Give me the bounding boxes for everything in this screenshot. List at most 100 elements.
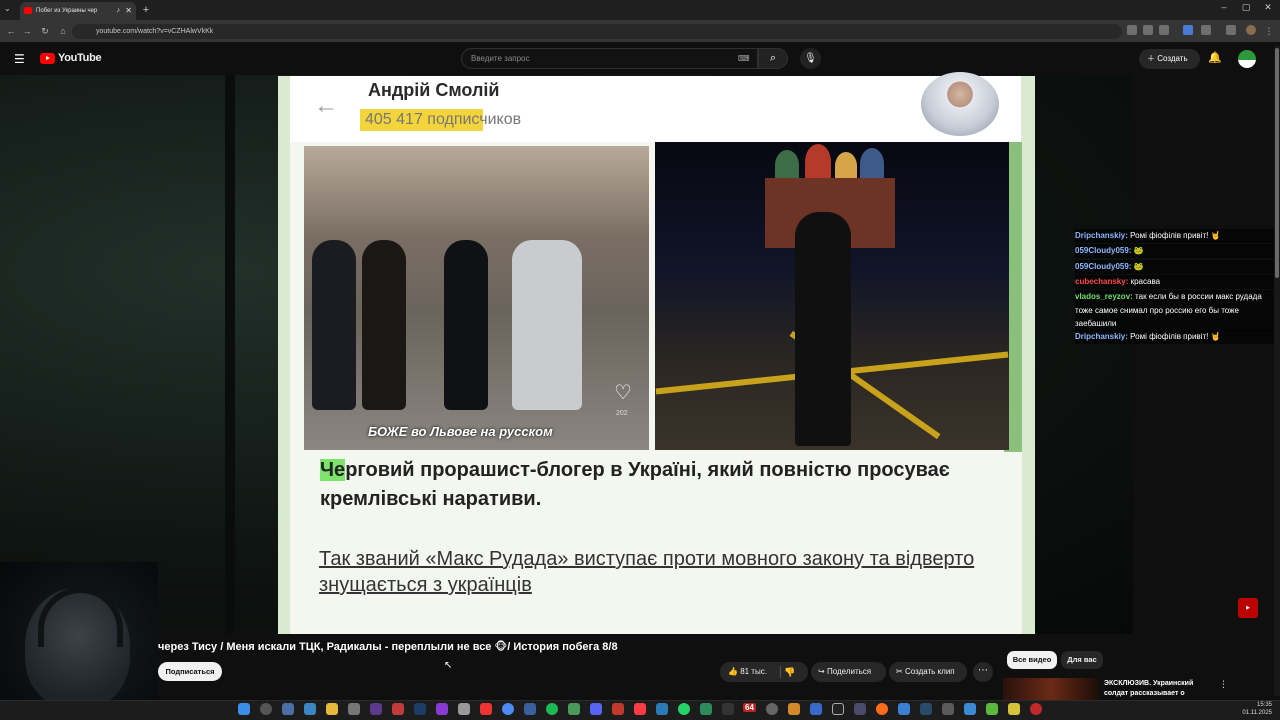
app-icon[interactable] [832, 703, 844, 715]
recommended-title[interactable]: ЭКСКЛЮЗИВ. Украинский солдат рассказывае… [1104, 679, 1214, 699]
widgets-icon[interactable] [304, 703, 316, 715]
app-icon[interactable] [920, 703, 932, 715]
firefox-icon[interactable] [876, 703, 888, 715]
plus-icon: ＋ [1147, 54, 1158, 63]
chat-message: 059Cloudy059: 🐸 [1075, 260, 1275, 274]
speaker-icon[interactable]: ♪ [117, 2, 121, 20]
voice-search-icon[interactable]: 🎙 [800, 48, 821, 69]
reload-icon[interactable]: ↻ [38, 24, 52, 39]
translate-extension-icon[interactable] [1183, 25, 1193, 35]
red-square-photo [655, 142, 1009, 450]
dislike-button[interactable]: 👎 [784, 662, 795, 682]
search-button[interactable]: ⌕ [758, 48, 788, 69]
share-label: Поделиться [826, 667, 872, 676]
app-icon[interactable] [612, 703, 624, 715]
app-icon[interactable] [656, 703, 668, 715]
start-icon[interactable] [238, 703, 250, 715]
notifications-bell-icon[interactable]: 🔔 [1208, 51, 1222, 64]
taskbar-search-icon[interactable] [260, 703, 272, 715]
logo-text: YouTube [58, 52, 102, 64]
text-main: рговий прорашист-блогер в Україні, який … [320, 459, 950, 510]
browser-tab-bar [0, 0, 1280, 20]
app-icon[interactable] [810, 703, 822, 715]
app-icon[interactable] [568, 703, 580, 715]
app-icon[interactable] [392, 703, 404, 715]
channel-author-name: Андрій Смолій [368, 80, 500, 100]
extensions-icon[interactable] [1201, 25, 1211, 35]
app-icon[interactable] [1030, 703, 1042, 715]
create-button[interactable]: ＋ Создать [1139, 49, 1200, 69]
terminal-icon[interactable] [722, 703, 734, 715]
forward-icon[interactable]: → [20, 24, 34, 39]
chrome-icon[interactable] [502, 703, 514, 715]
recommended-thumbnail[interactable] [1003, 678, 1099, 702]
task-view-icon[interactable] [282, 703, 294, 715]
yandex-icon[interactable] [480, 703, 492, 715]
steam-icon[interactable] [414, 703, 426, 715]
app-icon[interactable] [788, 703, 800, 715]
whatsapp-icon[interactable] [678, 703, 690, 715]
file-explorer-icon[interactable] [326, 703, 338, 715]
tab-title: Побег из Украины чер [36, 8, 98, 14]
hamburger-menu-icon[interactable]: ☰ [14, 52, 25, 66]
address-bar[interactable]: youtube.com/watch?v=vCZHAlwVkKk [72, 24, 1122, 39]
browser-tab[interactable]: Побег из Украины чер ♪ ✕ [20, 2, 136, 20]
discord-icon[interactable] [590, 703, 602, 715]
tab-list-icon[interactable]: ⌄ [4, 4, 11, 13]
create-label: Создать [1157, 54, 1188, 63]
subscribe-button[interactable]: Подписаться [158, 662, 222, 681]
app-icon[interactable] [370, 703, 382, 715]
account-avatar[interactable] [1238, 50, 1256, 68]
app-icon[interactable] [524, 703, 536, 715]
card-main-text: Черговий прорашист-блогер в Україні, яки… [320, 456, 1000, 514]
chat-message: Dripchanskiy: Ромі фіофілів привіт! 🤘 [1075, 330, 1275, 344]
app-icon[interactable] [942, 703, 954, 715]
app-icon[interactable] [348, 703, 360, 715]
keyboard-icon[interactable]: ⌨ [738, 54, 750, 63]
new-tab-button[interactable]: + [140, 3, 152, 17]
youtube-logo[interactable]: YouTube [40, 52, 102, 64]
scissors-icon: ✂ [896, 667, 905, 676]
like-count: 81 тыс. [740, 667, 767, 676]
back-icon[interactable]: ← [4, 24, 18, 39]
heart-icon: ♡ [614, 382, 632, 404]
maximize-icon[interactable]: ▢ [1236, 2, 1256, 13]
close-window-icon[interactable]: ✕ [1258, 2, 1278, 13]
thumbs-up-icon: 👍 [728, 667, 741, 676]
app-icon[interactable] [1008, 703, 1020, 715]
app-icon[interactable] [854, 703, 866, 715]
create-clip-button[interactable]: ✂ Создать клип [889, 662, 967, 682]
app-icon[interactable] [964, 703, 976, 715]
subscriber-count: 405 417 подписчиков [360, 109, 527, 131]
home-icon[interactable]: ⌂ [56, 24, 70, 39]
search-input[interactable]: Введите запрос [461, 48, 758, 69]
share-button[interactable]: ↪ Поделиться [811, 662, 886, 682]
spotify-icon[interactable] [546, 703, 558, 715]
scrollbar-thumb[interactable] [1275, 48, 1279, 278]
url-text: youtube.com/watch?v=vCZHAlwVkKk [96, 28, 214, 35]
bookmark-star-icon[interactable] [1159, 25, 1169, 35]
chip-for-you[interactable]: Для вас [1061, 651, 1103, 669]
browser-menu-icon[interactable]: ⋮ [1262, 24, 1276, 39]
app-icon[interactable] [766, 703, 778, 715]
cast-icon[interactable] [1127, 25, 1137, 35]
lviv-street-photo [304, 146, 649, 450]
taskbar-clock[interactable]: 15:35 01.11.2025 [1236, 701, 1272, 717]
minecraft-icon[interactable] [986, 703, 998, 715]
music-icon[interactable] [634, 703, 646, 715]
photo-caption: БОЖЕ во Львове на русском [368, 424, 553, 439]
app-icon[interactable] [458, 703, 470, 715]
badge-count[interactable]: 64 [743, 703, 756, 712]
share-icon: ↪ [818, 667, 827, 676]
app-icon[interactable] [700, 703, 712, 715]
recommended-menu-icon[interactable]: ⋮ [1219, 679, 1228, 690]
more-actions-button[interactable]: ⋯ [973, 662, 993, 682]
close-tab-icon[interactable]: ✕ [125, 2, 132, 20]
app-icon[interactable] [898, 703, 910, 715]
profile-icon[interactable] [1246, 25, 1256, 35]
chip-all-videos[interactable]: Все видео [1007, 651, 1057, 669]
zoom-icon[interactable] [1143, 25, 1153, 35]
minimize-icon[interactable]: – [1214, 2, 1234, 12]
downloads-icon[interactable] [1226, 25, 1236, 35]
app-icon[interactable] [436, 703, 448, 715]
